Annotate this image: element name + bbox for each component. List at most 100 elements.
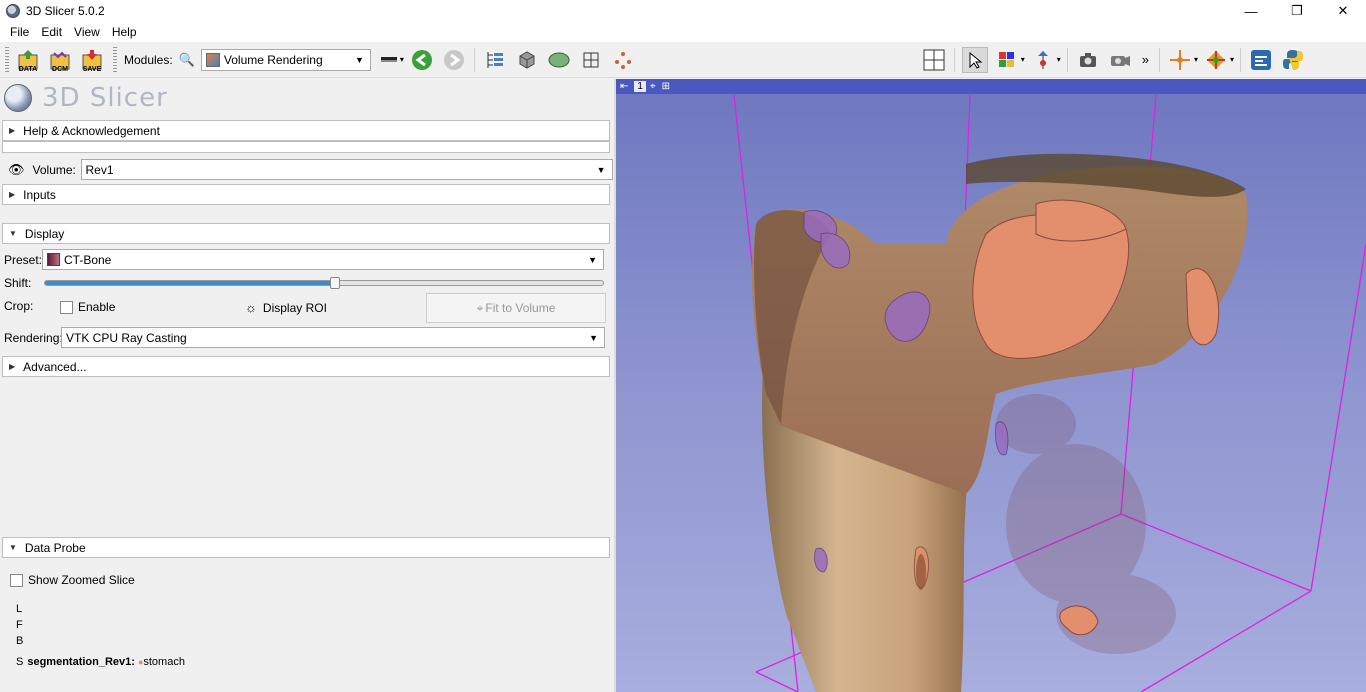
chevron-down-icon: ▼	[588, 254, 597, 265]
visibility-eye-icon[interactable]: 👁	[8, 162, 25, 178]
menu-edit[interactable]: Edit	[35, 25, 68, 39]
preset-row: Preset: CT-Bone ▼	[4, 249, 604, 270]
preset-value: CT-Bone	[64, 252, 112, 267]
module-selector[interactable]: Volume Rendering ▼	[200, 48, 371, 71]
view-layout-icon[interactable]: ⊞	[662, 81, 670, 92]
back-button[interactable]	[409, 47, 435, 73]
fit-to-volume-row: ⌖ Fit to Volume	[426, 293, 606, 323]
place-markup-dropdown-icon[interactable]: ▾	[1021, 55, 1025, 64]
probe-b-label: B	[16, 635, 24, 647]
select-mode-button[interactable]	[961, 46, 988, 73]
chevron-down-icon: ▼	[596, 164, 606, 175]
probe-s-label: S	[16, 656, 24, 668]
volume-label: Volume:	[32, 162, 76, 177]
rendering-row: Rendering: VTK CPU Ray Casting ▼	[4, 327, 605, 348]
close-button[interactable]: ✕	[1320, 0, 1366, 22]
cursor-arrow-icon	[969, 51, 983, 69]
save-label: SAVE	[82, 65, 102, 73]
save-button[interactable]: SAVE	[79, 47, 105, 73]
crop-row: Crop:	[4, 299, 33, 313]
rendering-value: VTK CPU Ray Casting	[66, 330, 187, 345]
roi-visibility-icon[interactable]: ☼	[245, 300, 257, 315]
crosshair-dropdown-icon[interactable]: ▾	[1194, 55, 1198, 64]
menu-file[interactable]: File	[4, 25, 35, 39]
data-probe-section-label: Data Probe	[24, 540, 86, 555]
inputs-section[interactable]: ▶ Inputs	[2, 184, 610, 205]
help-section-label: Help & Acknowledgement	[23, 123, 160, 138]
camera-icon	[1079, 52, 1096, 67]
load-data-button[interactable]: DATA	[15, 47, 41, 73]
collapsed-arrow-icon: ▶	[9, 362, 16, 371]
toolbar-grip[interactable]	[5, 46, 9, 73]
chevron-down-icon: ▼	[354, 54, 364, 65]
slice-intersections-icon	[1206, 50, 1225, 69]
history-dropdown-icon[interactable]: ▾	[400, 55, 404, 64]
show-zoomed-slice[interactable]: Show Zoomed Slice	[10, 573, 135, 587]
scene-view-button[interactable]	[1107, 47, 1133, 73]
models-icon	[548, 52, 570, 67]
toolbar-separator-5	[1240, 47, 1241, 72]
crop-enable-checkbox[interactable]	[60, 300, 73, 314]
collapsed-arrow-icon: ▶	[9, 190, 16, 199]
show-zoomed-slice-checkbox[interactable]	[10, 573, 23, 587]
pin-icon[interactable]: ⇤	[620, 81, 628, 92]
crosshair-button[interactable]	[1167, 47, 1193, 73]
crop-enable-label: Enable	[78, 300, 116, 314]
markups-module-button[interactable]	[610, 47, 636, 73]
view-number: 1	[634, 81, 646, 92]
toolbar-grip-2[interactable]	[113, 46, 117, 73]
crop-enable[interactable]: Enable	[60, 300, 115, 314]
slicer-app-icon	[6, 4, 20, 18]
collapsed-arrow-icon: ▶	[9, 126, 16, 135]
toolbar-overflow-icon[interactable]: »	[1142, 52, 1149, 67]
toolbar-separator	[473, 47, 475, 72]
forward-button[interactable]	[441, 47, 467, 73]
advanced-section[interactable]: ▶ Advanced...	[2, 356, 610, 377]
volume-selector[interactable]: Rev1 ▼	[80, 159, 613, 180]
volumes-module-button[interactable]	[514, 47, 540, 73]
help-acknowledgement-section[interactable]: ▶ Help & Acknowledgement	[2, 120, 610, 141]
place-markup-button[interactable]	[994, 47, 1020, 73]
markups-icon	[614, 51, 631, 69]
3d-render-canvas[interactable]	[616, 94, 1366, 692]
display-roi[interactable]: ☼ Display ROI	[245, 300, 327, 315]
shift-slider-handle[interactable]	[330, 277, 341, 289]
preset-label: Preset:	[4, 252, 43, 267]
fit-to-volume-label: Fit to Volume	[485, 301, 556, 315]
center-view-icon[interactable]: ⌖	[650, 81, 656, 92]
preset-selector[interactable]: CT-Bone ▼	[42, 249, 604, 270]
restore-button[interactable]: ❐	[1274, 0, 1320, 22]
transforms-module-button[interactable]	[578, 47, 604, 73]
display-section[interactable]: ▼ Display	[2, 223, 610, 244]
models-module-button[interactable]	[546, 47, 572, 73]
fit-to-volume-button[interactable]: ⌖ Fit to Volume	[426, 293, 606, 323]
minimize-button[interactable]: —	[1228, 0, 1274, 22]
menu-help[interactable]: Help	[106, 25, 143, 39]
3d-view-controller-bar: ⇤ 1 ⌖ ⊞	[616, 79, 1366, 94]
extension-manager-button[interactable]	[1248, 47, 1274, 73]
expanded-arrow-icon: ▼	[9, 229, 17, 238]
module-search-icon[interactable]: 🔍	[179, 52, 195, 68]
interaction-dropdown-icon[interactable]: ▾	[1057, 55, 1061, 64]
window-controls: — ❐ ✕	[1228, 0, 1366, 22]
probe-s-row: S segmentation_Rev1: ● stomach	[16, 656, 185, 668]
slice-intersections-dropdown-icon[interactable]: ▾	[1230, 55, 1234, 64]
history-list-icon	[380, 56, 397, 62]
menu-view[interactable]: View	[68, 25, 106, 39]
place-fiducial-icon	[998, 51, 1014, 67]
interaction-button[interactable]	[1030, 47, 1056, 73]
slice-intersections-button[interactable]	[1203, 47, 1229, 73]
data-module-button[interactable]	[482, 47, 508, 73]
rendering-selector[interactable]: VTK CPU Ray Casting ▼	[61, 327, 605, 348]
inputs-section-label: Inputs	[23, 187, 56, 202]
crop-label: Crop:	[4, 299, 34, 313]
module-history-button[interactable]	[379, 47, 399, 73]
arrow-left-icon	[411, 49, 432, 70]
data-probe-section[interactable]: ▼ Data Probe	[2, 537, 610, 558]
shift-slider[interactable]	[44, 277, 604, 289]
load-dicom-button[interactable]: DCM	[47, 47, 73, 73]
python-console-button[interactable]	[1280, 47, 1306, 73]
screenshot-button[interactable]	[1075, 47, 1101, 73]
layout-button[interactable]	[921, 47, 947, 73]
help-section-strip	[2, 141, 610, 153]
